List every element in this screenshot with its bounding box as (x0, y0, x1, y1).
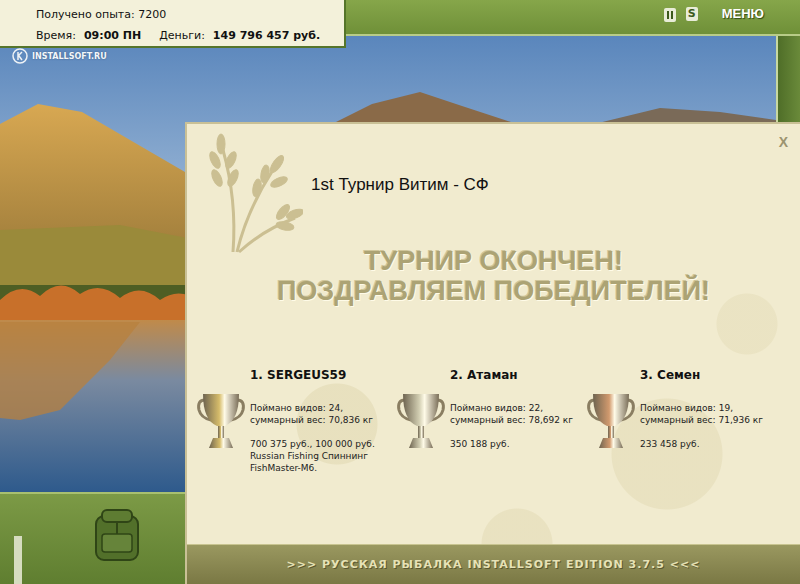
icon-shape (218, 426, 224, 438)
watermark-text: INSTALLSOFT.RU (32, 52, 107, 61)
winner-stats: Поймано видов: 22,суммарный вес: 78,692 … (450, 390, 573, 452)
icon-shape (12, 48, 28, 64)
icon-shape (116, 522, 118, 534)
winners-list: 1. SERGEUS59Поймано видов: 24,суммарный … (195, 368, 800, 474)
experience-label: Получено опыта: 7200 (36, 8, 166, 21)
icon-shape (102, 510, 132, 522)
winner-body: Поймано видов: 24,суммарный вес: 70,836 … (195, 390, 395, 474)
icon-shape (13, 49, 27, 63)
icon-shape (208, 150, 223, 170)
icon-shape (18, 52, 22, 60)
prize-list: 233 458 руб. (640, 438, 763, 450)
toolbar: S МЕНЮ (664, 6, 764, 21)
icon-shape (403, 394, 439, 426)
stat-line: Поймано видов: 24, (250, 402, 375, 414)
tournament-dialog: X 1st Турнир Витим - СФ ТУРНИР ОКОНЧЕН!ПОЗ… (185, 122, 800, 584)
prize-line: 700 375 руб., 100 000 руб. (250, 438, 375, 450)
icon-shape (90, 506, 144, 564)
time-label: Время: (36, 29, 76, 42)
trophy-cup-icon (395, 390, 447, 452)
installsoft-logo-icon (12, 48, 28, 64)
headline: ТУРНИР ОКОНЧЕН!ПОЗДРАВЛЯЕМ ПОБЕДИТЕЛЕЙ! (187, 246, 800, 306)
icon-shape (268, 154, 286, 175)
icon-shape (203, 394, 239, 426)
icon-shape (209, 438, 233, 448)
icon-shape (0, 285, 200, 322)
sound-button[interactable]: S (686, 7, 698, 21)
winner-card: 1. SERGEUS59 Поймано видов: 24,суммарный … (195, 368, 395, 474)
icon-shape (217, 134, 225, 154)
icon-shape (226, 168, 241, 188)
dialog-title: 1st Турнир Витим - СФ (187, 174, 800, 196)
icon-shape (608, 426, 614, 438)
stat-line: Поймано видов: 19, (640, 402, 763, 414)
icon-shape (269, 175, 289, 190)
icon-shape (102, 534, 132, 552)
icon-shape (599, 438, 623, 448)
backpack-icon[interactable] (90, 506, 144, 564)
winner-name: 3. Семен (585, 368, 795, 382)
icon-shape (395, 390, 447, 452)
icon-shape (210, 168, 225, 188)
money-value: 149 796 457 руб. (213, 29, 320, 42)
prize-line: 233 458 руб. (640, 438, 763, 450)
status-panel: Получено опыта: 7200 Время: 09:00 ПН Деньги… (0, 0, 346, 48)
icon-shape (251, 178, 262, 197)
prize-line: Russian Fishing Спиннинг (250, 450, 375, 462)
prize-line: 350 188 руб. (450, 438, 573, 450)
icon-shape (203, 130, 303, 254)
prize-list: 700 375 руб., 100 000 руб.Russian Fishin… (250, 438, 375, 474)
edition-footer: >>> РУССКАЯ РЫБАЛКА INSTALLSOFT EDITION … (187, 544, 800, 584)
icon-shape (671, 11, 673, 19)
icon-shape (96, 516, 138, 560)
prize-list: 350 188 руб. (450, 438, 573, 450)
icon-shape (195, 390, 247, 452)
winner-stats: Поймано видов: 19,суммарный вес: 71,936 … (640, 390, 763, 452)
stat-line: суммарный вес: 78,692 кг (450, 414, 573, 426)
pause-icon[interactable] (664, 7, 676, 21)
icon-shape (330, 92, 520, 125)
time-money-row: Время: 09:00 ПН Деньги: 149 796 457 руб. (36, 29, 336, 42)
experience-row: Получено опыта: 7200 (36, 8, 336, 21)
icon-shape (274, 203, 292, 222)
icon-shape (585, 390, 637, 452)
winner-card: 2. Атаман Поймано видов: 22,суммарный вес… (395, 368, 585, 474)
icon-shape (667, 11, 669, 19)
winner-body: Поймано видов: 22,суммарный вес: 78,692 … (395, 390, 585, 452)
headline-line: ТУРНИР ОКОНЧЕН! (364, 246, 623, 276)
menu-button[interactable]: МЕНЮ (722, 6, 764, 21)
icon-shape (259, 164, 270, 183)
winner-body: Поймано видов: 19,суммарный вес: 71,936 … (585, 390, 795, 452)
winner-name: 1. SERGEUS59 (195, 368, 395, 382)
stat-line: Поймано видов: 22, (450, 402, 573, 414)
wheat-icon (203, 130, 303, 254)
icon-shape (418, 426, 424, 438)
icon-shape (239, 218, 295, 252)
money-label: Деньги: (159, 29, 205, 42)
icon-shape (664, 8, 676, 22)
icon-shape (224, 150, 239, 170)
close-button[interactable]: X (775, 132, 792, 152)
icon-shape (593, 394, 629, 426)
stat-line: суммарный вес: 70,836 кг (250, 414, 375, 426)
winner-card: 3. Семен Поймано видов: 19,суммарный вес:… (585, 368, 795, 474)
time-value: 09:00 ПН (84, 29, 141, 42)
icon-shape (664, 8, 676, 22)
headline-line: ПОЗДРАВЛЯЕМ ПОБЕДИТЕЛЕЙ! (277, 276, 710, 306)
winner-name: 2. Атаман (395, 368, 585, 382)
stat-line: суммарный вес: 71,936 кг (640, 414, 763, 426)
prize-line: FishMaster-M6. (250, 462, 375, 474)
watermark: INSTALLSOFT.RU (12, 48, 107, 64)
winner-stats: Поймано видов: 24,суммарный вес: 70,836 … (250, 390, 375, 474)
icon-shape (409, 438, 433, 448)
trophy-cup-icon (195, 390, 247, 452)
trophy-cup-icon (585, 390, 637, 452)
icon-shape (0, 322, 140, 420)
panel-edge (14, 536, 22, 584)
icon-shape (275, 220, 294, 231)
